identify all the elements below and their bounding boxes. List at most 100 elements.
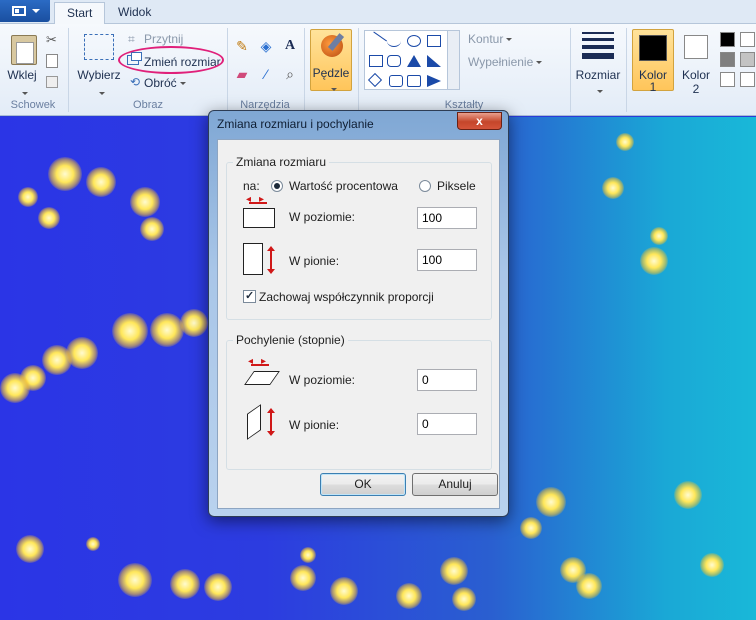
copy-icon[interactable] (46, 54, 58, 68)
resize-by-label: na: (243, 179, 260, 193)
cancel-button[interactable]: Anuluj (412, 473, 498, 496)
sparkle (204, 573, 232, 601)
outline-label: Kontur (468, 32, 504, 46)
chevron-down-icon (536, 61, 543, 65)
close-icon: x (476, 114, 483, 128)
palette-color-white[interactable] (720, 72, 735, 87)
horizontal-skew-icon (244, 371, 280, 385)
separator (570, 28, 571, 112)
color2-label: Kolor (681, 68, 710, 82)
color2-button[interactable] (684, 35, 708, 59)
sparkle (150, 313, 184, 347)
clipboard-icon (11, 35, 37, 65)
sparkle (330, 577, 358, 605)
palette-color-light-gray[interactable] (740, 52, 755, 67)
palette-color-black[interactable] (720, 32, 735, 47)
chevron-down-icon (506, 38, 513, 42)
paste-button[interactable]: Wklej (2, 28, 42, 96)
diamond-shape-icon[interactable] (367, 72, 383, 88)
resize-horizontal-input[interactable] (417, 207, 477, 229)
triangle-shape-icon[interactable] (407, 55, 421, 67)
color1-swatch (639, 35, 667, 61)
select-button[interactable]: Wybierz (76, 28, 122, 96)
fill-bucket-icon[interactable]: ◈ (256, 36, 276, 56)
text-tool-icon[interactable]: A (280, 36, 300, 56)
sparkle (48, 157, 82, 191)
sparkle (38, 207, 60, 229)
polygon-shape-icon[interactable] (369, 55, 383, 67)
shapes-gallery[interactable] (364, 30, 448, 90)
sparkle (140, 217, 164, 241)
pixels-radio[interactable] (419, 180, 431, 192)
sparkle (452, 587, 476, 611)
sparkle (42, 345, 72, 375)
dialog-body: Zmiana rozmiaru na: Wartość procentowa P… (217, 139, 500, 509)
resize-legend: Zmiana rozmiaru (233, 155, 330, 169)
outline-button[interactable]: Kontur (468, 32, 513, 46)
chevron-down-icon (32, 9, 40, 13)
palette-color-white[interactable] (740, 32, 755, 47)
skew-vertical-input[interactable] (417, 413, 477, 435)
select-label: Wybierz (77, 68, 121, 82)
hexagon-shape-icon[interactable] (407, 75, 421, 87)
shapes-gallery-scrollbar[interactable] (448, 30, 460, 90)
horizontal-resize-icon (243, 208, 275, 228)
eraser-icon[interactable]: ▰ (232, 64, 252, 84)
skew-group: Pochylenie (stopnie) W poziomie: W pioni… (226, 333, 492, 470)
close-button[interactable]: x (457, 112, 502, 130)
sparkle (170, 569, 200, 599)
line-sizes-icon (582, 32, 614, 63)
copy-format-icon[interactable] (46, 76, 58, 88)
sparkle (536, 487, 566, 517)
tab-widok[interactable]: Widok (106, 2, 163, 24)
color1-button[interactable]: Kolor 1 (632, 29, 674, 93)
separator (68, 28, 69, 112)
paint-menu-button[interactable] (0, 0, 50, 22)
group-label-image: Obraz (133, 99, 163, 111)
skew-horizontal-input[interactable] (417, 369, 477, 391)
resize-skew-dialog: Zmiana rozmiaru i pochylanie x Zmiana ro… (208, 110, 509, 517)
keep-ratio-label[interactable]: Zachowaj współczynnik proporcji (259, 290, 434, 304)
cut-icon[interactable]: ✂ (46, 32, 57, 48)
sparkle (118, 563, 152, 597)
sparkle (300, 547, 316, 563)
sparkle (0, 373, 30, 403)
chevron-down-icon (22, 92, 28, 96)
sparkle (86, 537, 100, 551)
palette-color-white[interactable] (740, 72, 755, 87)
keep-ratio-checkbox[interactable] (243, 289, 256, 303)
crop-button[interactable]: Przytnij (144, 32, 183, 46)
size-button[interactable]: Rozmiar (574, 28, 622, 94)
resize-horizontal-label: W poziomie: (289, 210, 356, 224)
pixels-label[interactable]: Piksele (437, 179, 476, 193)
brushes-button[interactable]: Pędzle (310, 29, 352, 92)
percent-label[interactable]: Wartość procentowa (289, 179, 398, 193)
curve-shape-icon[interactable] (387, 35, 401, 47)
sparkle (130, 187, 160, 217)
oval-shape-icon[interactable] (407, 35, 421, 47)
rotate-label: Obróć (144, 76, 177, 90)
horizontal-arrow-icon (248, 356, 274, 369)
fill-button[interactable]: Wypełnienie (468, 55, 543, 69)
color-picker-icon[interactable]: ⁄ (256, 64, 276, 84)
resize-vertical-input[interactable] (417, 249, 477, 271)
document-icon (12, 6, 26, 16)
pentagon-shape-icon[interactable] (389, 75, 403, 87)
rotate-button[interactable]: Obróć (144, 76, 186, 90)
tab-start[interactable]: Start (54, 2, 106, 25)
fill-label: Wypełnienie (468, 55, 534, 69)
magnifier-icon[interactable]: ⌕ (280, 64, 300, 84)
sparkle (18, 187, 38, 207)
rounded-rectangle-shape-icon[interactable] (387, 55, 401, 67)
rectangle-shape-icon[interactable] (427, 35, 441, 47)
sparkle (602, 177, 624, 199)
line-shape-icon[interactable] (367, 31, 387, 51)
pencil-icon[interactable]: ✎ (232, 36, 252, 56)
right-triangle-shape-icon[interactable] (427, 55, 441, 67)
sparkle (640, 247, 668, 275)
sparkle (16, 535, 44, 563)
percent-radio[interactable] (271, 180, 283, 192)
ok-button[interactable]: OK (320, 473, 406, 496)
palette-color-gray[interactable] (720, 52, 735, 67)
arrow-right-shape-icon[interactable] (427, 75, 441, 87)
